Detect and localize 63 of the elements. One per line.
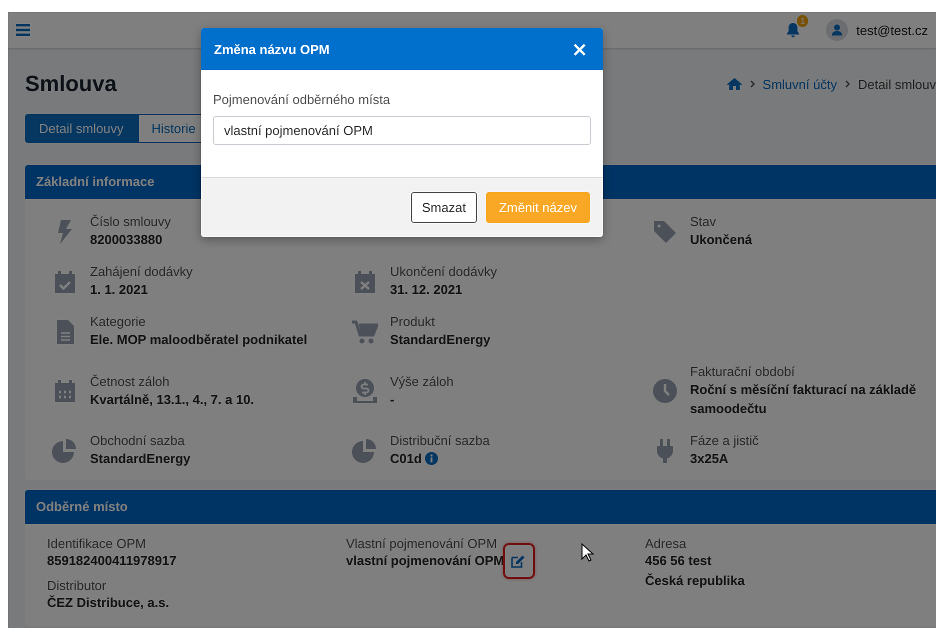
field-label: Vlastní pojmenování OPM	[346, 536, 498, 552]
field-value: Ukončená	[690, 232, 752, 247]
close-button[interactable]: ×	[569, 39, 590, 59]
field-value: C01d	[390, 451, 422, 466]
field-label: Ukončení dodávky	[390, 264, 497, 280]
field-label: Obchodní sazba	[90, 433, 186, 449]
field-value: Roční s měsíční fakturací na základě samoodečtu	[690, 382, 916, 416]
delete-button[interactable]: Smazat	[410, 192, 477, 223]
field-value: ČEZ Distribuce, a.s.	[47, 594, 170, 612]
field-label: Kategorie	[90, 314, 147, 330]
field-value: Česká republika	[645, 572, 745, 590]
field-value: -	[390, 392, 394, 406]
field-value: 31. 12. 2021	[390, 282, 462, 297]
card-header: Odběrné místo	[25, 490, 936, 524]
field-value: 3x25A	[690, 451, 728, 466]
calendar-icon	[52, 378, 78, 404]
field-value: 1. 1. 2021	[90, 282, 148, 297]
calendar-x-icon	[352, 268, 378, 294]
tag-icon	[652, 218, 678, 244]
field-label: Stav	[690, 214, 718, 230]
field-value: StandardEnergy	[390, 332, 490, 347]
bell-icon[interactable]	[786, 22, 800, 38]
breadcrumb-item[interactable]: Smluvní účty	[762, 76, 837, 92]
avatar-icon[interactable]	[826, 19, 848, 41]
field-label: Identifikace OPM	[47, 536, 147, 552]
menu-icon[interactable]	[16, 24, 30, 36]
field-value: Kvartálně, 13.1., 4., 7. a 10.	[90, 392, 254, 406]
field-value: 8200033880	[90, 232, 162, 247]
user-email[interactable]: test@test.cz	[856, 22, 928, 38]
field-label: Distribuční sazba	[390, 433, 490, 449]
pie-chart-icon	[352, 438, 378, 464]
field-label: Fakturační období	[690, 364, 796, 380]
breadcrumb-item: Detail smlouv	[858, 76, 936, 92]
tab[interactable]: Detail smlouvy	[25, 114, 138, 143]
edit-icon[interactable]	[511, 554, 526, 568]
money-icon	[352, 378, 378, 404]
field-label: Pojmenování odběrného místa	[213, 92, 392, 107]
field-value: vlastní pojmenování OPM	[346, 552, 504, 570]
field-label: Výše záloh	[390, 374, 454, 390]
field-label: Číslo smlouvy	[90, 214, 171, 230]
field-label: Adresa	[645, 536, 688, 552]
field-label: Produkt	[390, 314, 436, 330]
field-value: Ele. MOP maloodběratel podnikatel	[90, 332, 308, 347]
name-input[interactable]: vlastní pojmenování OPM	[213, 116, 591, 145]
pie-chart-icon	[52, 438, 78, 464]
field-label: Fáze a jistič	[690, 433, 759, 449]
field-label: Četnost záloh	[90, 374, 170, 390]
field-value: 456 56 test	[645, 552, 712, 570]
breadcrumb-separator-icon	[844, 80, 850, 88]
field-value: 859182400411978917	[47, 552, 176, 570]
page-title: Smlouva	[25, 71, 117, 97]
home-icon[interactable]	[726, 78, 742, 90]
cart-icon	[352, 318, 378, 344]
cursor-icon	[581, 543, 594, 562]
clock-icon	[652, 378, 678, 404]
dialog-title: Změna názvu OPM	[214, 42, 330, 56]
breadcrumb-separator-icon	[750, 80, 755, 88]
field-label: Zahájení dodávky	[90, 264, 193, 280]
info-icon[interactable]	[424, 452, 438, 465]
calendar-check-icon	[52, 268, 78, 294]
field-label: Distributor	[47, 578, 108, 594]
field-value: StandardEnergy	[90, 451, 190, 466]
notification-badge: 1	[797, 15, 808, 27]
